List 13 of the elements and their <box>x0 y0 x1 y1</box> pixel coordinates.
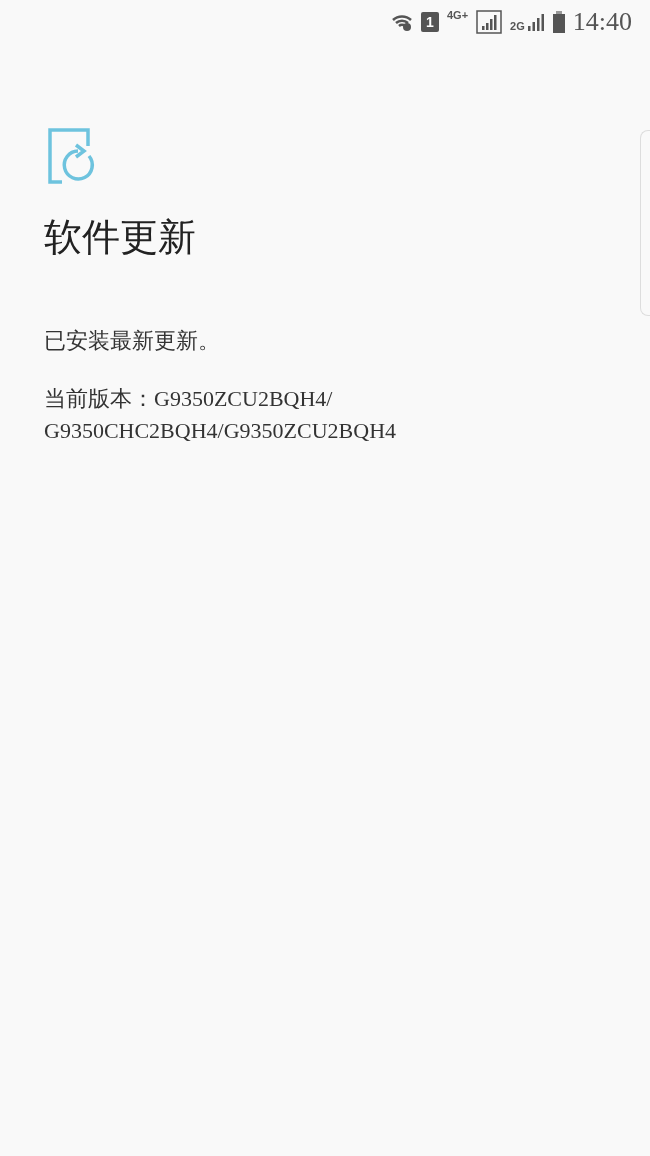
network-type: 2G <box>510 21 525 32</box>
signal-icon <box>526 12 545 32</box>
battery-icon <box>552 11 565 33</box>
page-title: 软件更新 <box>44 215 197 260</box>
edge-panel-handle[interactable] <box>640 130 650 316</box>
signal-icon <box>476 10 503 34</box>
network-type: 4G+ <box>446 10 469 21</box>
status-message: 已安装最新更新。 <box>44 326 221 355</box>
sim-badge: 1 <box>420 12 439 32</box>
wifi-icon <box>390 13 413 31</box>
version-label: 当前版本：G9350ZCU2BQH4/ <box>44 384 334 413</box>
version-value: G9350CHC2BQH4/G9350ZCU2BQH4 <box>44 416 398 445</box>
clock: 14:40 <box>572 9 632 35</box>
